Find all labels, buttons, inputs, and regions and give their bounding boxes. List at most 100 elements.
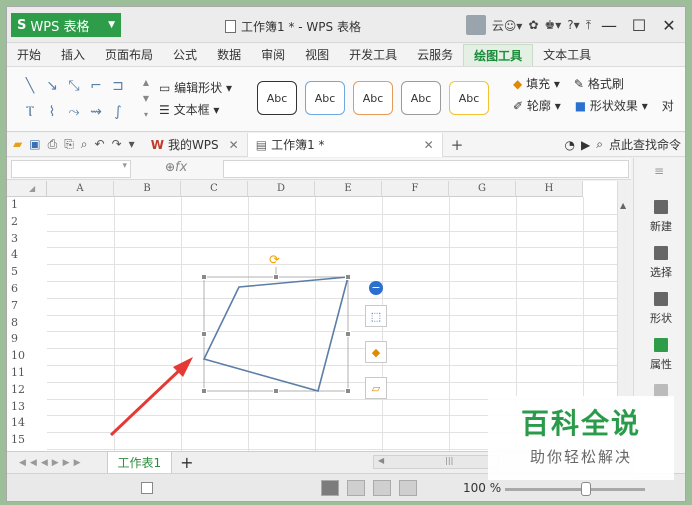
row-header-1[interactable]: 1 xyxy=(7,197,47,214)
print-preview-icon[interactable]: ⌕ xyxy=(81,137,88,152)
command-search[interactable]: ◔ ▶ ⌕ 点此查找命令 xyxy=(565,136,685,153)
save-icon[interactable]: ▣ xyxy=(29,137,40,152)
resize-handle-n[interactable] xyxy=(273,274,279,280)
column-header-A[interactable]: A xyxy=(47,181,114,197)
column-header-D[interactable]: D xyxy=(248,181,315,197)
skin-icon[interactable]: ✿ xyxy=(528,18,538,32)
zoom-slider-knob[interactable] xyxy=(581,482,591,496)
resize-handle-se[interactable] xyxy=(345,388,351,394)
select-all-corner[interactable]: ◢ xyxy=(7,181,47,197)
column-header-B[interactable]: B xyxy=(114,181,181,197)
outline-button[interactable]: ✐ 轮廓 ▾ xyxy=(513,95,561,117)
menu-tab-0[interactable]: 开始 xyxy=(7,44,51,66)
elbow-double-arrow-icon[interactable]: Ⲧ xyxy=(19,99,41,125)
column-header-E[interactable]: E xyxy=(315,181,382,197)
tab-mywps[interactable]: W 我的WPS ✕ xyxy=(143,133,247,157)
line-shape-icon[interactable]: ╲ xyxy=(19,73,41,99)
add-sheet-button[interactable]: + xyxy=(180,453,193,472)
macro-status-icon[interactable] xyxy=(141,482,153,494)
page-break-view-button[interactable] xyxy=(347,480,365,496)
menu-tab-10[interactable]: 文本工具 xyxy=(533,44,601,66)
align-button[interactable]: 对 xyxy=(662,95,674,117)
formula-input[interactable] xyxy=(223,160,629,178)
elbow-arrow-icon[interactable]: ⊐ xyxy=(107,73,129,99)
avatar[interactable] xyxy=(465,15,486,35)
skin-toggle-icon[interactable]: ◔ xyxy=(565,138,575,152)
row-header-11[interactable]: 11 xyxy=(7,365,47,382)
select-pane-button[interactable]: 选择 xyxy=(640,246,682,280)
resize-handle-nw[interactable] xyxy=(201,274,207,280)
print-icon[interactable]: ⎘ xyxy=(64,137,74,152)
redo-icon[interactable]: ↷ xyxy=(112,137,122,152)
fill-button[interactable]: ◆ 填充 ▾ xyxy=(513,73,560,95)
cloud-status-button[interactable]: 云☺▾ xyxy=(492,17,523,34)
row-header-10[interactable]: 10 xyxy=(7,348,47,365)
pin-ribbon-icon[interactable]: ⤒ xyxy=(586,18,591,33)
rotate-handle-icon[interactable]: ⟳ xyxy=(269,253,280,268)
sheet-nav-arrows[interactable]: ◀◀◀▶▶▶ xyxy=(7,458,85,468)
resize-handle-ne[interactable] xyxy=(345,274,351,280)
minimize-button[interactable]: — xyxy=(597,16,621,35)
normal-view-button[interactable] xyxy=(321,480,339,496)
shape-style-float-button[interactable]: ⬚ xyxy=(365,305,387,327)
freeform-icon[interactable]: ∫ xyxy=(107,99,129,125)
shape-pane-button[interactable]: 形状 xyxy=(640,292,682,326)
sheet-tab[interactable]: 工作表1 xyxy=(106,451,173,474)
curve-double-arrow-icon[interactable]: ⇝ xyxy=(85,99,107,125)
menu-tab-9[interactable]: 绘图工具 xyxy=(463,44,534,66)
customize-icon[interactable]: ▾ xyxy=(129,137,135,152)
scroll-up-icon[interactable]: ▲ xyxy=(620,201,626,210)
row-header-14[interactable]: 14 xyxy=(7,415,47,432)
row-header-7[interactable]: 7 xyxy=(7,298,47,315)
textbox-button[interactable]: ☰ 文本框 ▾ xyxy=(159,99,232,121)
close-button[interactable]: ✕ xyxy=(657,16,681,35)
column-header-C[interactable]: C xyxy=(181,181,248,197)
undo-icon[interactable]: ↶ xyxy=(95,137,105,152)
zoom-level[interactable]: 100 % xyxy=(463,481,501,495)
resize-handle-e[interactable] xyxy=(345,331,351,337)
menu-tab-8[interactable]: 云服务 xyxy=(407,44,463,66)
row-header-8[interactable]: 8 xyxy=(7,315,47,332)
row-header-13[interactable]: 13 xyxy=(7,399,47,416)
tab-current-workbook[interactable]: ▤ 工作簿1 * ✕ xyxy=(246,132,443,157)
app-menu-button[interactable]: S WPS 表格 ▼ xyxy=(11,13,121,37)
row-header-15[interactable]: 15 xyxy=(7,432,47,449)
row-header-5[interactable]: 5 xyxy=(7,264,47,281)
row-header-4[interactable]: 4 xyxy=(7,247,47,264)
read-mode-button[interactable] xyxy=(373,480,391,496)
pane-menu-icon[interactable]: ≡ xyxy=(654,164,664,178)
menu-tab-2[interactable]: 页面布局 xyxy=(95,44,163,66)
row-header-6[interactable]: 6 xyxy=(7,281,47,298)
outline-float-button[interactable]: ▱ xyxy=(365,377,387,399)
curve-connector-icon[interactable]: ⌇ xyxy=(41,99,63,125)
gallery-scroll[interactable]: ▲ ▼ ▾ xyxy=(141,75,151,123)
shape-style-2[interactable]: Abc xyxy=(305,81,345,115)
shirt-icon[interactable]: ♚▾ xyxy=(545,18,562,32)
menu-tab-4[interactable]: 数据 xyxy=(207,44,251,66)
resize-handle-s[interactable] xyxy=(273,388,279,394)
shape-style-5[interactable]: Abc xyxy=(449,81,489,115)
column-header-F[interactable]: F xyxy=(382,181,449,197)
column-header-G[interactable]: G xyxy=(449,181,516,197)
eye-protect-button[interactable] xyxy=(399,480,417,496)
column-header-H[interactable]: H xyxy=(516,181,583,197)
menu-tab-3[interactable]: 公式 xyxy=(163,44,207,66)
new-tab-button[interactable]: + xyxy=(451,136,464,154)
double-arrow-line-icon[interactable]: ⤡ xyxy=(63,73,85,99)
resize-handle-sw[interactable] xyxy=(201,388,207,394)
fill-float-button[interactable]: ◆ xyxy=(365,341,387,363)
collapse-float-toolbar-icon[interactable]: − xyxy=(369,281,383,295)
property-pane-button[interactable]: 属性 xyxy=(640,338,682,372)
row-header-12[interactable]: 12 xyxy=(7,382,47,399)
edit-shape-button[interactable]: ▭ 编辑形状 ▾ xyxy=(159,77,232,99)
name-box[interactable]: ▾ xyxy=(11,160,131,178)
shape-style-4[interactable]: Abc xyxy=(401,81,441,115)
curve-arrow-icon[interactable]: ⤳ xyxy=(63,99,85,125)
horizontal-scrollbar[interactable]: ◀ ||| xyxy=(373,455,499,469)
export-pdf-icon[interactable]: ⎙ xyxy=(48,137,58,152)
maximize-button[interactable]: ☐ xyxy=(627,16,651,35)
row-header-2[interactable]: 2 xyxy=(7,214,47,231)
close-tab-icon[interactable]: ✕ xyxy=(424,133,434,157)
shape-style-3[interactable]: Abc xyxy=(353,81,393,115)
row-header-9[interactable]: 9 xyxy=(7,331,47,348)
